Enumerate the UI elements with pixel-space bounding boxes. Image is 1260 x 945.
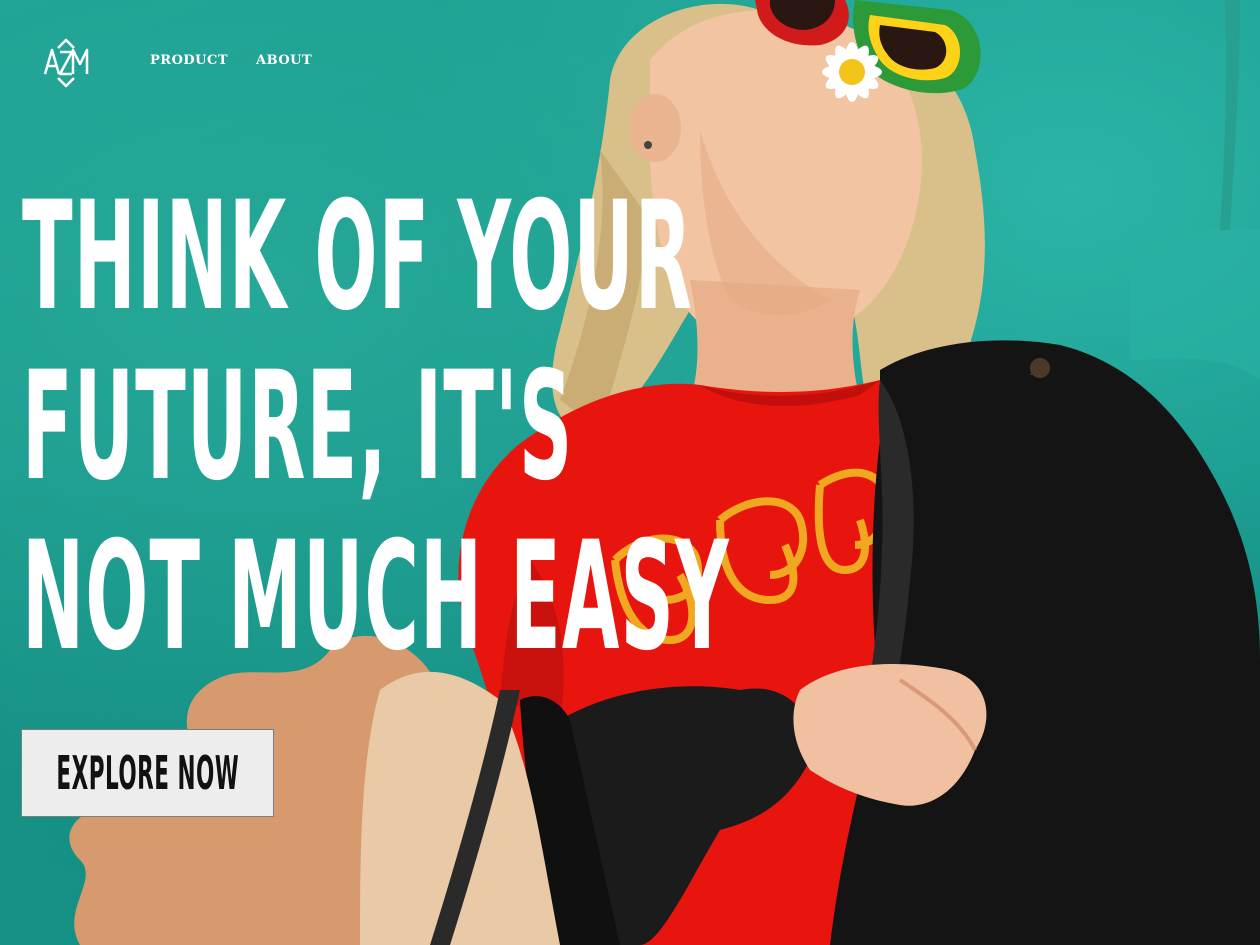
brand-logo[interactable] — [40, 36, 92, 90]
headline-line-1: THINK OF YOUR — [22, 170, 694, 344]
headline-line-3: NOT MUCH EASY — [22, 510, 730, 684]
top-nav: PRODUCT ABOUT — [0, 0, 1260, 120]
nav-product-link[interactable]: PRODUCT — [150, 53, 228, 68]
chair-edge — [1130, 228, 1260, 380]
hero-section: PRODUCT ABOUT THINK OF YOUR FUTURE, IT'S… — [0, 0, 1260, 945]
nav-about-link[interactable]: ABOUT — [256, 53, 312, 68]
logo-icon — [43, 38, 89, 88]
headline-line-2: FUTURE, IT'S — [22, 340, 574, 514]
explore-now-label: EXPLORE NOW — [56, 746, 239, 800]
explore-now-button[interactable]: EXPLORE NOW — [21, 729, 274, 817]
hero-headline: THINK OF YOUR FUTURE, IT'S NOT MUCH EASY — [22, 170, 730, 684]
